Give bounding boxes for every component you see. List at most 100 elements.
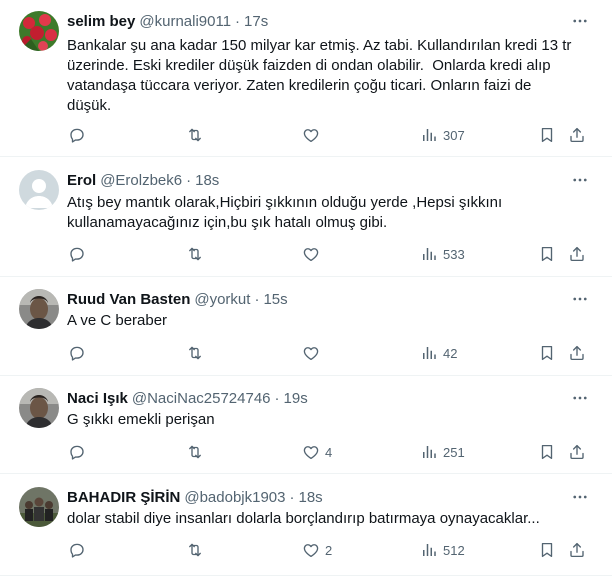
bookmark-button[interactable] [538,442,556,462]
reply-icon [68,126,86,144]
display-name[interactable]: BAHADIR ŞİRİN [67,489,180,506]
tweet[interactable]: Erol @Erolzbek6 · 18s Atış bey mantık olarak… [0,157,612,277]
tweet-text: dolar stabil diye insanları dolarla borç… [67,510,540,527]
reply-icon [68,443,86,461]
tweet-actions: 42 [0,343,612,363]
tweet-actions: 4 251 [0,442,612,462]
share-icon [568,126,586,144]
tweet[interactable]: Ruud Van Basten @yorkut · 15s A ve C beraber… [0,277,612,376]
display-name[interactable]: Erol [67,172,96,189]
user-handle[interactable]: @Erolzbek6 [100,172,182,189]
display-name[interactable]: Naci Işık [67,390,128,407]
retweet-button[interactable] [186,343,209,363]
like-button[interactable] [302,244,325,264]
bookmark-button[interactable] [538,540,556,560]
views-count: 533 [443,246,465,262]
views-button[interactable]: 307 [420,125,465,145]
share-button[interactable] [568,244,586,264]
views-button[interactable]: 533 [420,244,465,264]
more-options-icon[interactable] [570,11,590,31]
timestamp[interactable]: 19s [284,390,308,407]
reply-button[interactable] [68,442,91,462]
like-button[interactable]: 4 [302,442,332,462]
timestamp[interactable]: 17s [244,13,268,30]
avatar[interactable] [19,289,59,329]
tweet-text: G şıkkı emekli perişan [67,411,215,428]
views-button[interactable]: 251 [420,442,465,462]
more-options-icon[interactable] [570,170,590,190]
reply-button[interactable] [68,125,91,145]
retweet-icon [186,344,204,362]
like-button[interactable]: 2 [302,540,332,560]
bookmark-button[interactable] [538,244,556,264]
tweet-feed: selim bey @kurnali9011 · 17s Bankalar şu ana… [0,0,612,576]
share-button[interactable] [568,442,586,462]
timestamp[interactable]: 18s [298,489,322,506]
display-name[interactable]: selim bey [67,13,135,30]
views-chart-icon [420,344,438,362]
retweet-icon [186,541,204,559]
reply-button[interactable] [68,540,91,560]
bookmark-button[interactable] [538,343,556,363]
reply-icon [68,541,86,559]
timestamp[interactable]: 18s [195,172,219,189]
separator-dot: · [235,12,241,30]
more-options-icon[interactable] [570,388,590,408]
views-button[interactable]: 42 [420,343,457,363]
avatar[interactable] [19,11,59,51]
tweet[interactable]: BAHADIR ŞİRİN @badobjk1903 · 18s dolar stabi… [0,474,612,576]
user-handle[interactable]: @badobjk1903 [184,489,285,506]
avatar[interactable] [19,388,59,428]
separator-dot: · [254,290,260,308]
tweet-text: Atış bey mantık olarak,Hiçbiri şıkkının … [67,194,503,231]
like-button[interactable] [302,125,325,145]
avatar[interactable] [19,487,59,527]
views-chart-icon [420,126,438,144]
display-name[interactable]: Ruud Van Basten [67,291,190,308]
share-button[interactable] [568,343,586,363]
bookmark-button[interactable] [538,125,556,145]
reply-icon [68,344,86,362]
heart-icon [302,443,320,461]
user-handle[interactable]: @yorkut [194,291,250,308]
heart-icon [302,126,320,144]
retweet-button[interactable] [186,540,209,560]
retweet-button[interactable] [186,244,209,264]
views-chart-icon [420,541,438,559]
likes-count: 4 [325,444,333,460]
likes-count: 2 [325,542,333,558]
bookmark-icon [538,541,556,559]
retweet-button[interactable] [186,442,209,462]
retweet-button[interactable] [186,125,209,145]
tweet-header: selim bey @kurnali9011 · 17s [67,11,268,31]
views-button[interactable]: 512 [420,540,465,560]
reply-button[interactable] [68,343,91,363]
reply-icon [68,245,86,263]
heart-icon [302,541,320,559]
more-options-icon[interactable] [570,487,590,507]
more-options-icon[interactable] [570,289,590,309]
tweet[interactable]: selim bey @kurnali9011 · 17s Bankalar şu ana… [0,0,612,157]
user-handle[interactable]: @NaciNac25724746 [132,390,271,407]
views-count: 512 [443,542,465,558]
user-handle[interactable]: @kurnali9011 [139,13,231,30]
views-chart-icon [420,443,438,461]
retweet-icon [186,245,204,263]
retweet-icon [186,443,204,461]
views-chart-icon [420,245,438,263]
views-count: 307 [443,127,465,143]
like-button[interactable] [302,343,325,363]
share-button[interactable] [568,125,586,145]
tweet-header: BAHADIR ŞİRİN @badobjk1903 · 18s [67,487,323,507]
bookmark-icon [538,245,556,263]
timestamp[interactable]: 15s [263,291,287,308]
views-count: 42 [443,345,458,361]
share-button[interactable] [568,540,586,560]
bookmark-icon [538,443,556,461]
avatar[interactable] [19,170,59,210]
tweet-actions: 307 [0,125,612,145]
tweet-header: Ruud Van Basten @yorkut · 15s [67,289,288,309]
tweet-actions: 2 512 [0,540,612,560]
reply-button[interactable] [68,244,91,264]
tweet[interactable]: Naci Işık @NaciNac25724746 · 19s G şıkkı eme… [0,376,612,474]
